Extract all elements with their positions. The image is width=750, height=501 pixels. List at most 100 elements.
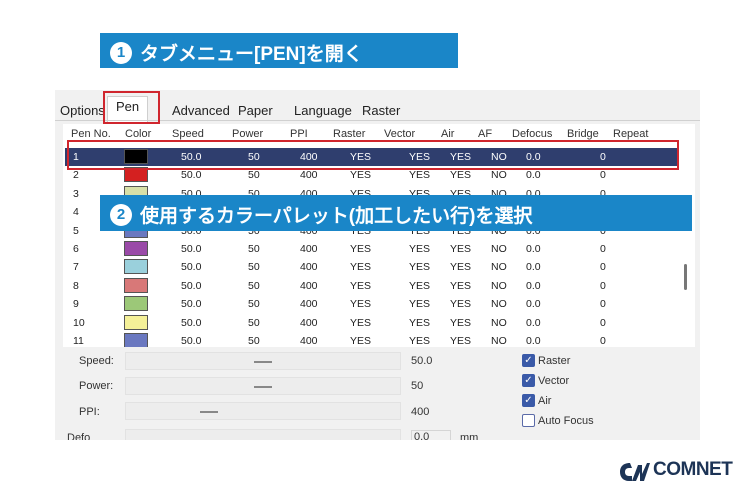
color-swatch[interactable] — [124, 333, 148, 347]
power-cell: 50 — [248, 261, 260, 274]
power-slider-thumb[interactable] — [254, 386, 272, 388]
step1-number-badge: 1 — [110, 41, 132, 64]
tab-options[interactable]: Options — [58, 102, 107, 121]
color-swatch[interactable] — [124, 259, 148, 275]
vector-cell: YES — [409, 298, 431, 311]
air-cell: YES — [450, 261, 472, 274]
col-header-air[interactable]: Air — [441, 128, 454, 140]
col-header-color[interactable]: Color — [125, 128, 151, 140]
af-cell: NO — [491, 316, 507, 329]
air-cell: YES — [450, 169, 472, 182]
speed-cell: 50.0 — [181, 335, 202, 347]
col-header-vector[interactable]: Vector — [384, 128, 415, 140]
speed-cell: 50.0 — [181, 261, 202, 274]
ppi-slider[interactable] — [125, 402, 401, 420]
power-cell: 50 — [248, 243, 260, 255]
col-header-defocus[interactable]: Defocus — [512, 128, 552, 140]
speed-value[interactable]: 50.0 — [411, 355, 432, 367]
power-cell: 50 — [248, 335, 260, 347]
tab-paper[interactable]: Paper — [236, 102, 275, 121]
vector-cell: YES — [409, 169, 431, 182]
col-header-bridge[interactable]: Bridge — [567, 128, 599, 140]
repeat-cell: 0 — [600, 335, 606, 347]
table-row[interactable]: 10 50.0 50 400 YES YES YES NO 0.0 0 — [65, 314, 677, 332]
raster-checkbox[interactable]: ✓ — [522, 354, 535, 367]
defocus-slider[interactable] — [125, 429, 401, 440]
ppi-value[interactable]: 400 — [411, 406, 429, 418]
scrollbar-thumb[interactable] — [684, 264, 687, 290]
raster-cell: YES — [350, 298, 372, 311]
vector-cell: YES — [409, 243, 431, 255]
air-cell: YES — [450, 279, 472, 292]
defocus-value[interactable]: 0.0 — [411, 430, 451, 440]
defocus-cell: 0.0 — [526, 243, 541, 255]
raster-cell: YES — [350, 169, 372, 182]
step2-banner: 2 使用するカラーパレット(加工したい行)を選択 — [100, 195, 692, 231]
color-swatch[interactable] — [124, 314, 148, 330]
raster-checkbox-label[interactable]: Raster — [538, 355, 570, 367]
color-swatch[interactable] — [124, 241, 148, 256]
col-header-pen-no[interactable]: Pen No. — [71, 128, 111, 140]
col-header-repeat[interactable]: Repeat — [613, 128, 648, 140]
ppi-slider-thumb[interactable] — [200, 411, 218, 413]
defocus-cell: 0.0 — [526, 335, 541, 347]
af-cell: NO — [491, 169, 507, 182]
defocus-unit: mm — [460, 432, 479, 440]
speed-cell: 50.0 — [181, 169, 202, 182]
step1-banner: 1 タブメニュー[PEN]を開く — [100, 33, 458, 68]
vector-cell: YES — [409, 316, 431, 329]
vector-checkbox-label[interactable]: Vector — [538, 375, 569, 387]
raster-cell: YES — [350, 335, 372, 347]
pen-no-cell: 8 — [73, 279, 79, 292]
comnet-logo: COMNET — [617, 457, 733, 487]
defocus-cell: 0.0 — [526, 169, 541, 182]
col-header-ppi[interactable]: PPI — [290, 128, 308, 140]
speed-slider-thumb[interactable] — [254, 361, 272, 363]
air-cell: YES — [450, 316, 472, 329]
table-row[interactable]: 8 50.0 50 400 YES YES YES NO 0.0 0 — [65, 277, 677, 295]
color-swatch[interactable] — [124, 277, 148, 293]
table-row[interactable]: 11 50.0 50 400 YES YES YES NO 0.0 0 — [65, 332, 677, 347]
table-row[interactable]: 6 50.0 50 400 YES YES YES NO 0.0 0 — [65, 240, 677, 258]
power-slider[interactable] — [125, 377, 401, 395]
speed-slider[interactable] — [125, 352, 401, 370]
table-row[interactable]: 9 50.0 50 400 YES YES YES NO 0.0 0 — [65, 295, 677, 313]
power-value[interactable]: 50 — [411, 380, 423, 392]
vector-checkbox[interactable]: ✓ — [522, 374, 535, 387]
step2-number-badge: 2 — [110, 203, 132, 226]
af-cell: NO — [491, 279, 507, 292]
power-cell: 50 — [248, 279, 260, 292]
tab-advanced[interactable]: Advanced — [170, 102, 232, 121]
col-header-af[interactable]: AF — [478, 128, 492, 140]
raster-cell: YES — [350, 279, 372, 292]
air-cell: YES — [450, 243, 472, 255]
ppi-cell: 400 — [300, 169, 318, 182]
auto-focus-checkbox-label[interactable]: Auto Focus — [538, 415, 594, 427]
tab-language[interactable]: Language — [292, 102, 354, 121]
air-checkbox-label[interactable]: Air — [538, 395, 551, 407]
pen-no-cell: 2 — [73, 169, 79, 182]
pen-no-cell: 9 — [73, 298, 79, 311]
pen-no-cell: 6 — [73, 243, 79, 255]
pen-no-cell: 3 — [73, 187, 79, 200]
col-header-speed[interactable]: Speed — [172, 128, 204, 140]
repeat-cell: 0 — [600, 261, 606, 274]
col-header-raster[interactable]: Raster — [333, 128, 365, 140]
raster-cell: YES — [350, 316, 372, 329]
air-checkbox[interactable]: ✓ — [522, 394, 535, 407]
pen-no-cell: 11 — [73, 335, 84, 347]
raster-cell: YES — [350, 261, 372, 274]
pen-tab-highlight — [103, 91, 160, 124]
tab-raster[interactable]: Raster — [360, 102, 402, 121]
auto-focus-checkbox[interactable] — [522, 414, 535, 427]
vector-cell: YES — [409, 261, 431, 274]
color-swatch[interactable] — [124, 296, 148, 312]
table-row[interactable]: 7 50.0 50 400 YES YES YES NO 0.0 0 — [65, 258, 677, 276]
col-header-power[interactable]: Power — [232, 128, 263, 140]
vector-cell: YES — [409, 279, 431, 292]
vertical-scrollbar[interactable] — [682, 146, 690, 346]
ppi-label: PPI: — [79, 406, 100, 418]
ppi-cell: 400 — [300, 261, 318, 274]
power-cell: 50 — [248, 298, 260, 311]
speed-cell: 50.0 — [181, 243, 202, 255]
